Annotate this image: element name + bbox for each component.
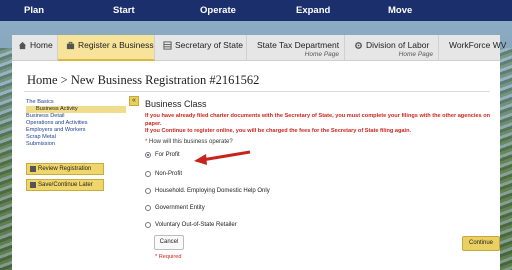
option-voluntary-retailer-label: Voluntary Out-of-State Retailer	[155, 222, 237, 228]
nav-move[interactable]: Move	[388, 5, 412, 16]
nav-start[interactable]: Start	[113, 5, 135, 16]
sidebar-item-employers-workers[interactable]: Employers and Workers	[26, 127, 126, 134]
cancel-button[interactable]: Cancel	[154, 235, 184, 250]
briefcase-icon	[66, 41, 75, 49]
tab-state-tax-department[interactable]: State Tax Department Home Page	[247, 35, 345, 61]
top-navigation: Plan Start Operate Expand Move	[0, 0, 512, 21]
option-government-entity[interactable]: Government Entity	[145, 205, 205, 211]
review-registration-label: Review Registration	[38, 166, 92, 172]
question-text: How will this business operate?	[149, 139, 233, 145]
tab-division-of-labor-label: Division of Labor	[366, 40, 430, 50]
save-icon	[30, 182, 36, 188]
tab-secretary-of-state[interactable]: Secretary of State	[155, 35, 247, 61]
sidebar-item-business-activity[interactable]: Business Activity	[26, 106, 126, 113]
review-registration-button[interactable]: Review Registration	[26, 163, 104, 175]
option-for-profit-label: For Profit	[155, 152, 180, 158]
sidebar-steps: The Basics Business Activity Business De…	[26, 99, 126, 148]
warning-line-2: If you Continue to register online, you …	[145, 128, 412, 134]
save-continue-later-button[interactable]: Save/Continue Later	[26, 179, 104, 191]
home-icon	[18, 41, 27, 49]
radio-voluntary-retailer[interactable]	[145, 222, 151, 228]
checklist-icon	[30, 166, 36, 172]
save-continue-later-label: Save/Continue Later	[38, 182, 93, 188]
sidebar-item-submission[interactable]: Submission	[26, 141, 126, 148]
sidebar-item-operations-activities[interactable]: Operations and Activities	[26, 120, 126, 127]
tab-secretary-of-state-label: Secretary of State	[175, 40, 244, 50]
option-household[interactable]: Household. Employing Domestic Help Only	[145, 188, 270, 194]
tab-bar: Home Register a Business Secretary of St…	[12, 35, 506, 61]
continue-button[interactable]: Continue	[462, 236, 500, 251]
tab-state-tax-department-label: State Tax Department	[257, 40, 340, 50]
tab-register-business-label: Register a Business	[78, 40, 154, 50]
radio-non-profit[interactable]	[145, 171, 151, 177]
main-panel: Home > New Business Registration #216156…	[12, 61, 500, 270]
business-class-question: * How will this business operate?	[145, 139, 233, 145]
tab-state-tax-department-sub: Home Page	[304, 51, 339, 58]
option-government-entity-label: Government Entity	[155, 205, 205, 211]
page-title: Home > New Business Registration #216156…	[27, 73, 260, 87]
radio-household[interactable]	[145, 188, 151, 194]
warning-line-1: If you have already filed charter docume…	[145, 113, 491, 127]
option-non-profit[interactable]: Non-Profit	[145, 171, 182, 177]
tab-division-of-labor[interactable]: Division of Labor Home Page	[345, 35, 439, 61]
sidebar-item-scrap-metal[interactable]: Scrap Metal	[26, 134, 126, 141]
option-non-profit-label: Non-Profit	[155, 171, 183, 177]
nav-plan[interactable]: Plan	[24, 5, 44, 16]
building-icon	[163, 40, 172, 50]
gear-icon	[355, 41, 362, 49]
tab-workforce-wv-label: WorkForce WV	[449, 40, 507, 50]
sidebar-item-business-detail[interactable]: Business Detail	[26, 113, 126, 120]
collapse-sidebar-button[interactable]: «	[129, 96, 139, 106]
tab-home-label: Home	[30, 40, 53, 50]
sidebar-item-the-basics[interactable]: The Basics	[26, 99, 126, 106]
nav-expand[interactable]: Expand	[296, 5, 330, 16]
tab-register-business[interactable]: Register a Business	[58, 35, 155, 61]
warning-message: If you have already filed charter docume…	[145, 113, 495, 136]
required-star: *	[145, 139, 148, 145]
tab-workforce-wv[interactable]: WorkForce WV	[439, 35, 506, 61]
title-divider	[24, 91, 490, 92]
option-voluntary-retailer[interactable]: Voluntary Out-of-State Retailer	[145, 222, 237, 228]
nav-operate[interactable]: Operate	[200, 5, 236, 16]
option-household-label: Household. Employing Domestic Help Only	[155, 188, 270, 194]
tab-home[interactable]: Home	[12, 35, 58, 61]
radio-government-entity[interactable]	[145, 205, 151, 211]
annotation-arrow-icon	[194, 150, 251, 165]
tab-division-of-labor-sub: Home Page	[398, 51, 433, 58]
option-for-profit[interactable]: For Profit	[145, 152, 180, 158]
section-heading: Business Class	[145, 99, 207, 109]
radio-for-profit[interactable]	[145, 152, 151, 158]
required-note: * Required	[155, 254, 182, 260]
